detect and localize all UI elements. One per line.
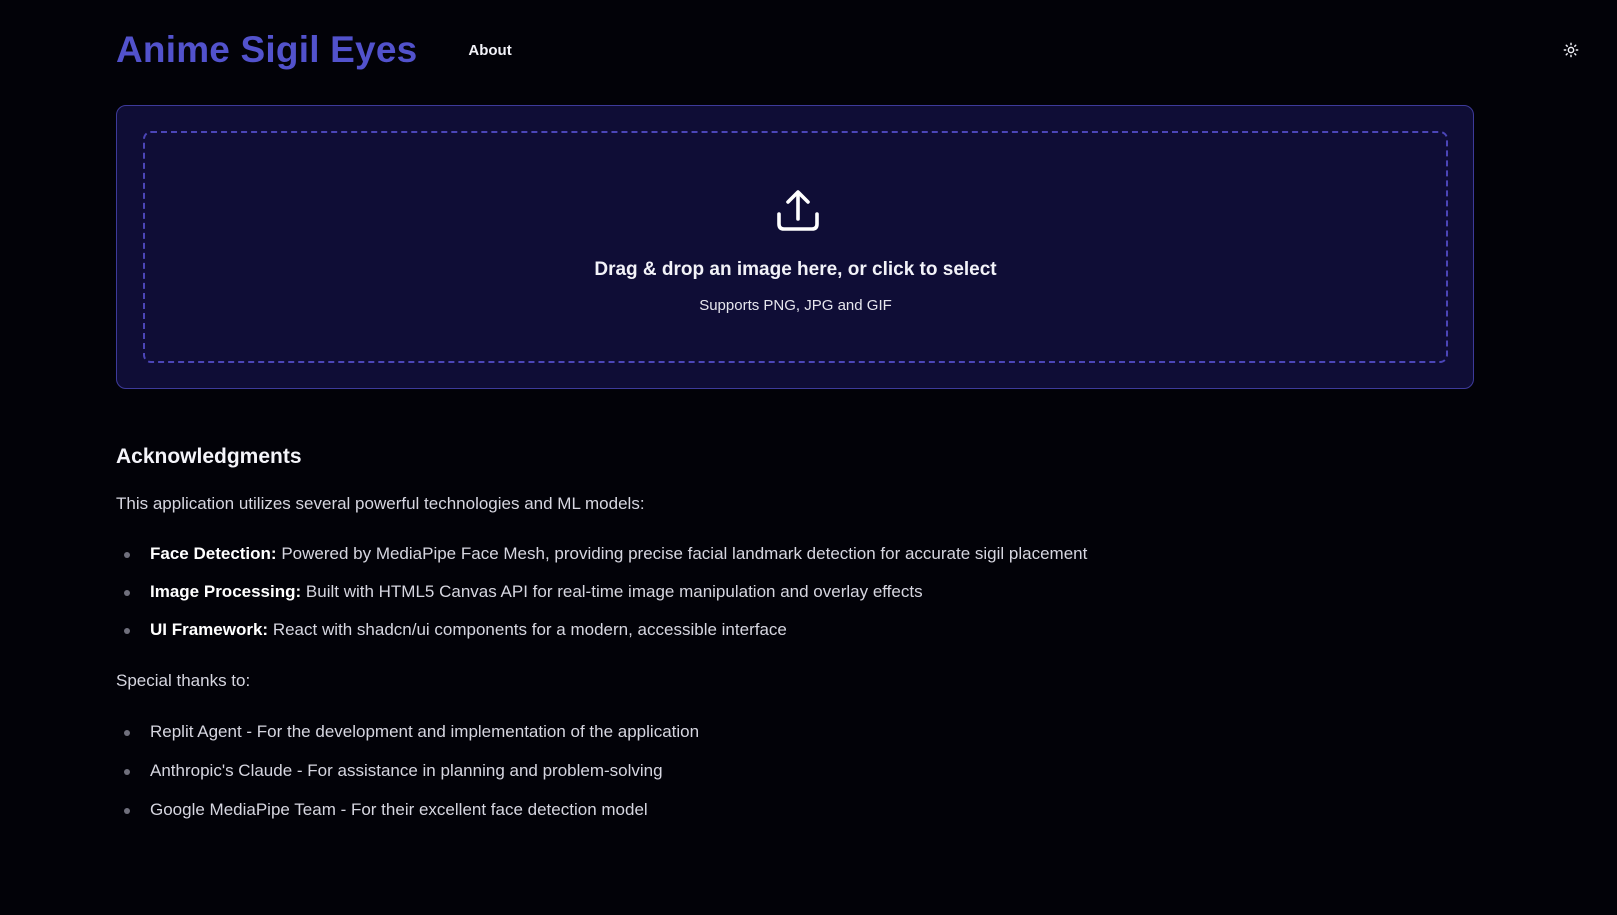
technology-list: Face Detection: Powered by MediaPipe Fac… <box>116 543 1087 657</box>
list-item-label: Face Detection: <box>150 544 277 563</box>
dropzone-subtitle: Supports PNG, JPG and GIF <box>699 297 892 314</box>
dropzone-title: Drag & drop an image here, or click to s… <box>594 259 997 280</box>
acknowledgments-heading: Acknowledgments <box>116 445 302 468</box>
list-item: Image Processing: Built with HTML5 Canva… <box>116 581 1087 603</box>
brand-title[interactable]: Anime Sigil Eyes <box>116 29 417 71</box>
special-thanks-intro: Special thanks to: <box>116 671 251 690</box>
list-item: Face Detection: Powered by MediaPipe Fac… <box>116 543 1087 565</box>
list-item-label: Image Processing: <box>150 582 302 601</box>
theme-toggle-button[interactable] <box>1560 39 1582 61</box>
upload-card: Drag & drop an image here, or click to s… <box>116 105 1474 389</box>
header: Anime Sigil Eyes About <box>116 26 1579 74</box>
nav-about-link[interactable]: About <box>468 42 511 59</box>
acknowledgments-section: Acknowledgments This application utilize… <box>116 444 1416 819</box>
image-dropzone[interactable]: Drag & drop an image here, or click to s… <box>143 131 1448 363</box>
acknowledgments-intro: This application utilizes several powerf… <box>116 494 645 513</box>
list-item: UI Framework: React with shadcn/ui compo… <box>116 619 1087 641</box>
upload-icon <box>777 190 819 231</box>
list-item-text: Powered by MediaPipe Face Mesh, providin… <box>276 544 1088 563</box>
list-item: Anthropic's Claude - For assistance in p… <box>116 760 699 782</box>
page: Anime Sigil Eyes About Drag & drop an im… <box>0 0 1617 915</box>
special-thanks-list: Replit Agent - For the development and i… <box>116 721 699 838</box>
list-item-text: Built with HTML5 Canvas API for real-tim… <box>301 582 923 601</box>
list-item-label: UI Framework: <box>150 620 269 639</box>
sun-icon <box>1563 42 1579 58</box>
list-item-text: React with shadcn/ui components for a mo… <box>268 620 787 639</box>
list-item: Google MediaPipe Team - For their excell… <box>116 799 699 821</box>
list-item: Replit Agent - For the development and i… <box>116 721 699 743</box>
